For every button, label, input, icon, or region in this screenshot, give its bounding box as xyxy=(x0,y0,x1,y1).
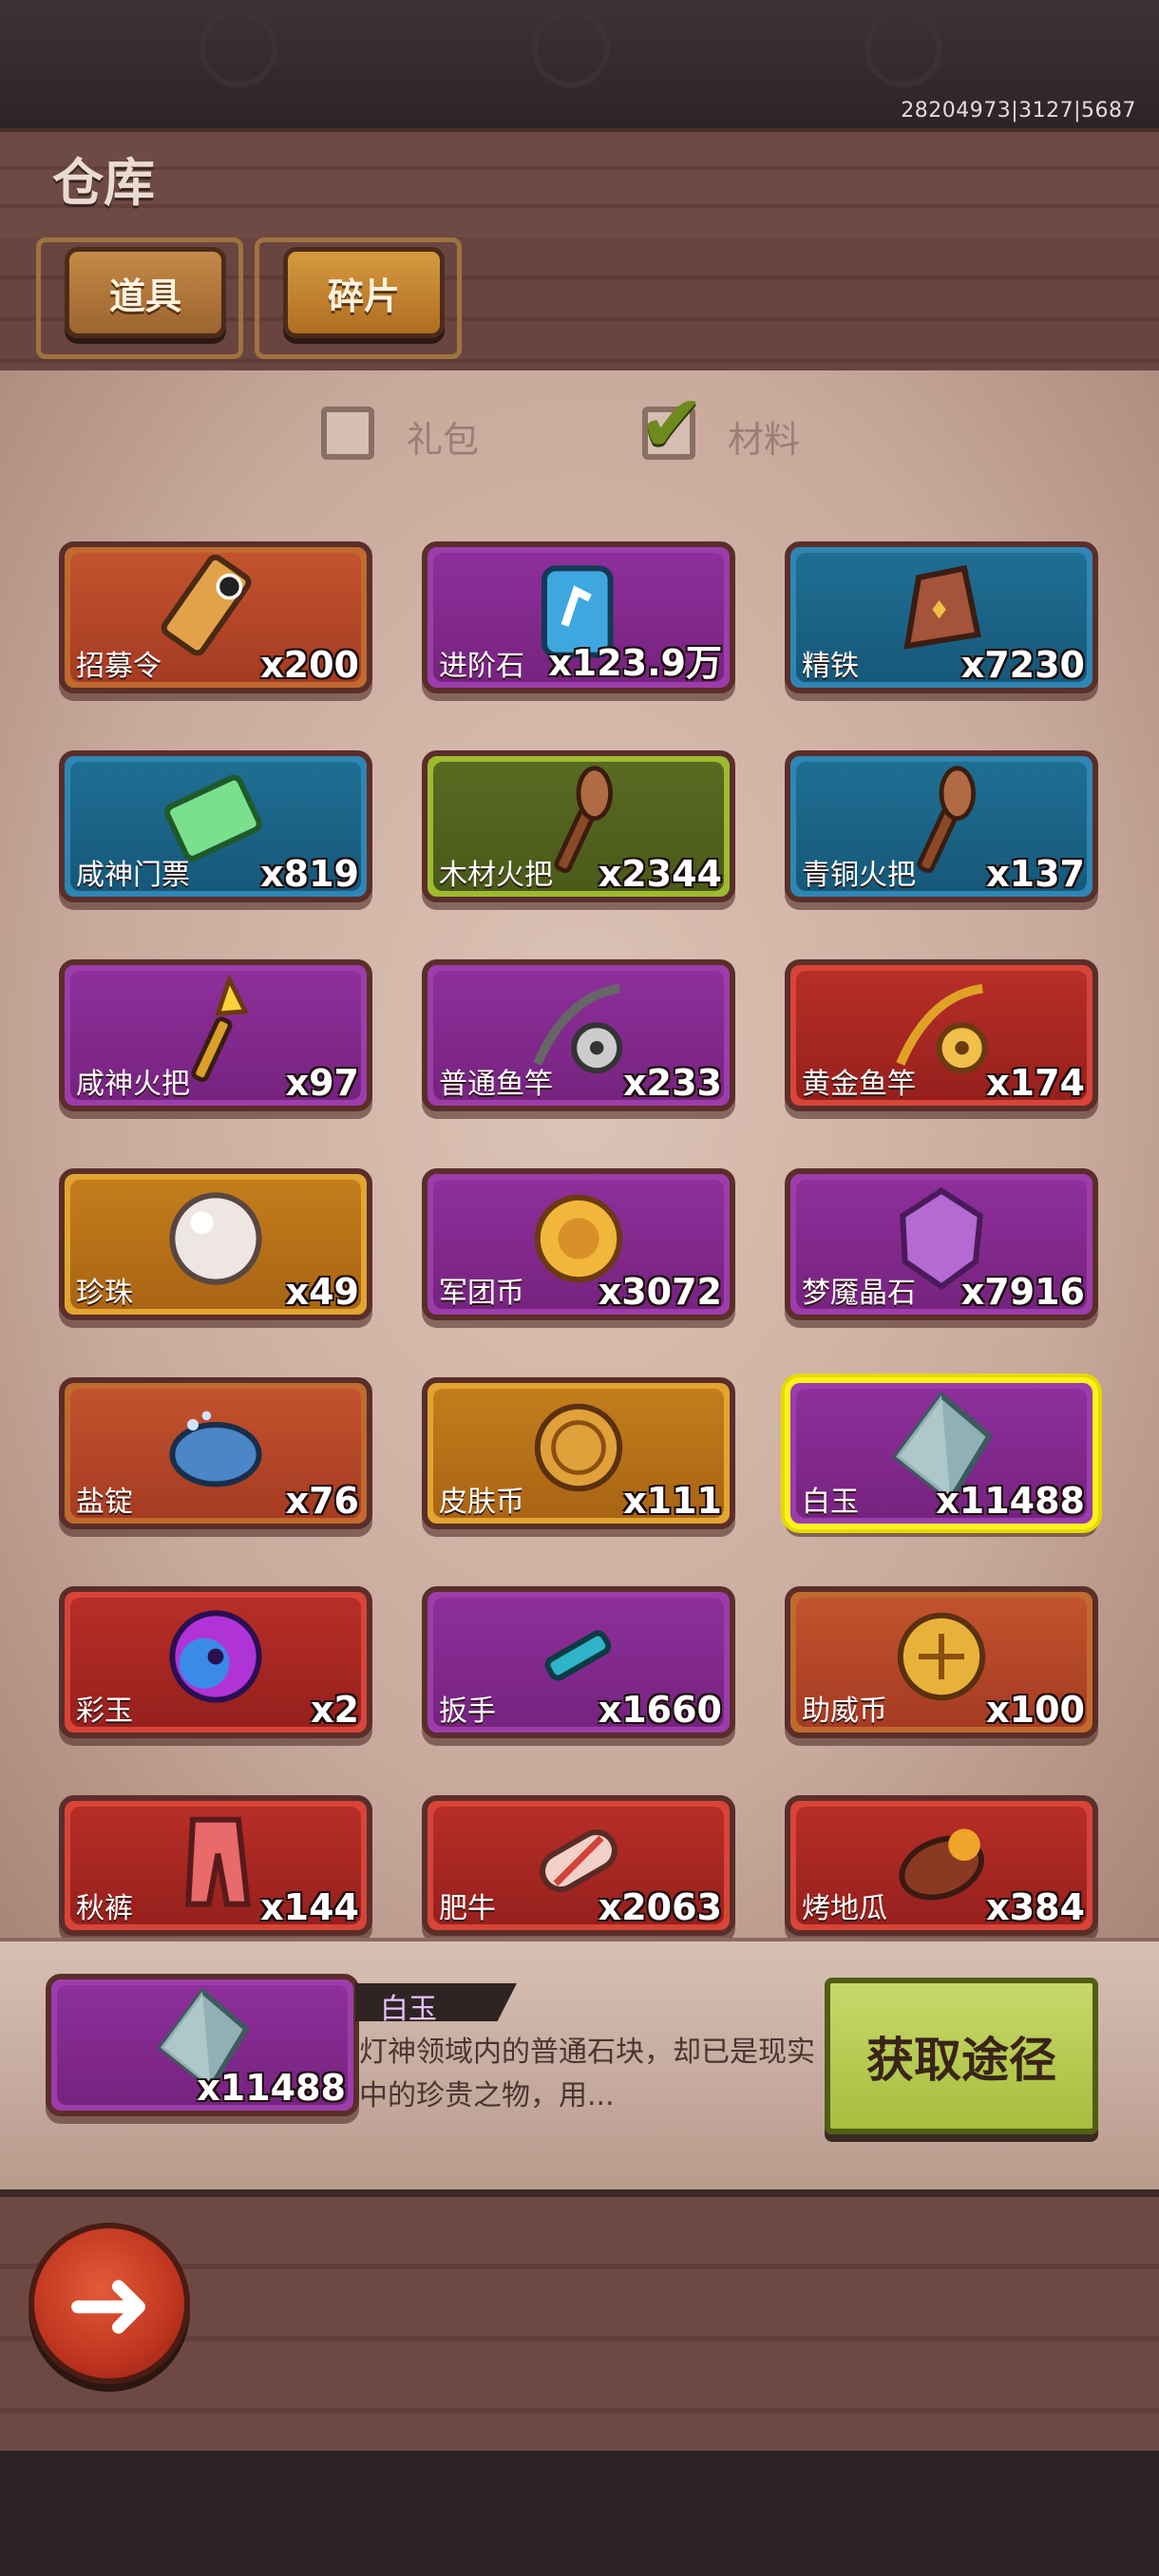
item-name: 肥牛 xyxy=(439,1892,496,1925)
item-card[interactable]: 烤地瓜 x384 xyxy=(785,1795,1098,1936)
build-id-text: 28204973|3127|5687 xyxy=(901,99,1136,123)
long-johns-icon xyxy=(185,1816,251,1907)
item-name: 彩玉 xyxy=(76,1695,133,1728)
item-card[interactable]: 军团币 x3072 xyxy=(422,1168,735,1320)
item-card[interactable]: 咸神火把 x97 xyxy=(59,959,372,1111)
item-name: 招募令 xyxy=(76,650,162,683)
tab-fragments[interactable]: 碎片 xyxy=(283,247,445,338)
item-card[interactable]: 普通鱼竿 x233 xyxy=(422,959,735,1111)
item-name: 梦魇晶石 xyxy=(802,1277,916,1310)
item-card[interactable]: 白玉 x11488 xyxy=(785,1377,1098,1529)
item-name: 军团币 xyxy=(439,1277,524,1310)
detail-item-name: 白玉 xyxy=(380,1993,437,2026)
bottom-banner xyxy=(0,2451,1159,2576)
item-qty: x2063 xyxy=(598,1886,722,1928)
item-card[interactable]: 精铁 x7230 xyxy=(785,541,1098,693)
item-name: 精铁 xyxy=(802,650,859,683)
item-card[interactable]: 咸神门票 x819 xyxy=(59,750,372,902)
item-card[interactable]: 进阶石 x123.9万 xyxy=(422,541,735,693)
page-title: 仓库 xyxy=(52,153,155,213)
header-bar xyxy=(0,128,1159,247)
item-name: 扳手 xyxy=(439,1695,496,1728)
hook-decoration xyxy=(200,9,277,87)
salt-ingot-icon xyxy=(169,1411,262,1487)
filter-gift-checkbox[interactable] xyxy=(321,407,374,460)
back-arrow-icon: ➜ xyxy=(65,2243,154,2364)
sweet-potato-icon xyxy=(899,1828,984,1900)
hook-decoration xyxy=(532,9,610,87)
item-name: 咸神火把 xyxy=(76,1068,190,1101)
item-card[interactable]: 皮肤币 x111 xyxy=(422,1377,735,1529)
item-card[interactable]: 梦魇晶石 x7916 xyxy=(785,1168,1098,1320)
cheer-coin-icon xyxy=(897,1612,986,1701)
checkmark-icon: ✔ xyxy=(638,377,706,470)
item-card[interactable]: 珍珠 x49 xyxy=(59,1168,372,1320)
tab-items[interactable]: 道具 xyxy=(65,247,226,338)
get-source-button[interactable]: 获取途径 xyxy=(825,1978,1098,2134)
back-button[interactable]: ➜ xyxy=(28,2223,190,2384)
item-qty: x7230 xyxy=(960,644,1085,686)
filter-gift-label: 礼包 xyxy=(407,419,480,461)
detail-item-card: x11488 xyxy=(46,1974,359,2116)
item-name: 黄金鱼竿 xyxy=(802,1068,916,1101)
item-card[interactable]: 盐锭 x76 xyxy=(59,1377,372,1529)
item-name: 进阶石 xyxy=(439,650,524,683)
item-name: 烤地瓜 xyxy=(802,1892,887,1925)
item-qty: x76 xyxy=(285,1480,359,1522)
colored-jade-icon xyxy=(169,1610,262,1703)
item-qty: x2 xyxy=(311,1689,359,1731)
item-qty: x100 xyxy=(986,1689,1085,1731)
item-qty: x144 xyxy=(260,1886,359,1928)
item-qty: x7916 xyxy=(960,1271,1085,1313)
detail-item-description: 灯神领域内的普通石块，却已是现实中的珍贵之物，用... xyxy=(359,2036,815,2112)
item-name: 木材火把 xyxy=(439,859,553,892)
filter-bar xyxy=(0,380,1159,484)
item-name: 盐锭 xyxy=(76,1486,133,1519)
item-card[interactable]: 助威币 x100 xyxy=(785,1586,1098,1738)
item-card[interactable]: 彩玉 x2 xyxy=(59,1586,372,1738)
item-qty: x3072 xyxy=(598,1271,722,1313)
item-name: 咸神门票 xyxy=(76,859,190,892)
item-qty: x49 xyxy=(285,1271,359,1313)
item-qty: x2344 xyxy=(598,853,722,895)
item-qty: x137 xyxy=(986,853,1085,895)
item-name: 皮肤币 xyxy=(439,1486,524,1519)
item-qty: x819 xyxy=(260,853,359,895)
item-card[interactable]: 黄金鱼竿 x174 xyxy=(785,959,1098,1111)
item-qty: x233 xyxy=(623,1062,722,1104)
item-name: 青铜火把 xyxy=(802,859,916,892)
item-card[interactable]: 秋裤 x144 xyxy=(59,1795,372,1936)
detail-item-qty: x11488 xyxy=(197,2067,346,2109)
item-qty: x111 xyxy=(623,1480,722,1522)
hook-decoration xyxy=(864,9,942,87)
scroll-icon xyxy=(161,555,252,656)
filter-material-label: 材料 xyxy=(728,419,801,461)
item-qty: x200 xyxy=(260,644,359,686)
item-card[interactable]: 扳手 x1660 xyxy=(422,1586,735,1738)
item-qty: x97 xyxy=(285,1062,359,1104)
pearl-icon xyxy=(169,1192,262,1285)
item-name: 白玉 xyxy=(802,1486,859,1519)
item-name: 普通鱼竿 xyxy=(439,1068,553,1101)
item-qty: x11488 xyxy=(936,1480,1085,1522)
item-card[interactable]: 招募令 x200 xyxy=(59,541,372,693)
item-qty: x123.9万 xyxy=(548,642,722,684)
item-qty: x1660 xyxy=(598,1689,722,1731)
skin-coin-icon xyxy=(534,1403,623,1492)
item-name: 助威币 xyxy=(802,1695,887,1728)
item-card[interactable]: 肥牛 x2063 xyxy=(422,1795,735,1936)
item-name: 秋裤 xyxy=(76,1892,133,1925)
item-qty: x174 xyxy=(986,1062,1085,1104)
item-card[interactable]: 青铜火把 x137 xyxy=(785,750,1098,902)
item-name: 珍珠 xyxy=(76,1277,133,1310)
item-qty: x384 xyxy=(986,1886,1085,1928)
item-card[interactable]: 木材火把 x2344 xyxy=(422,750,735,902)
